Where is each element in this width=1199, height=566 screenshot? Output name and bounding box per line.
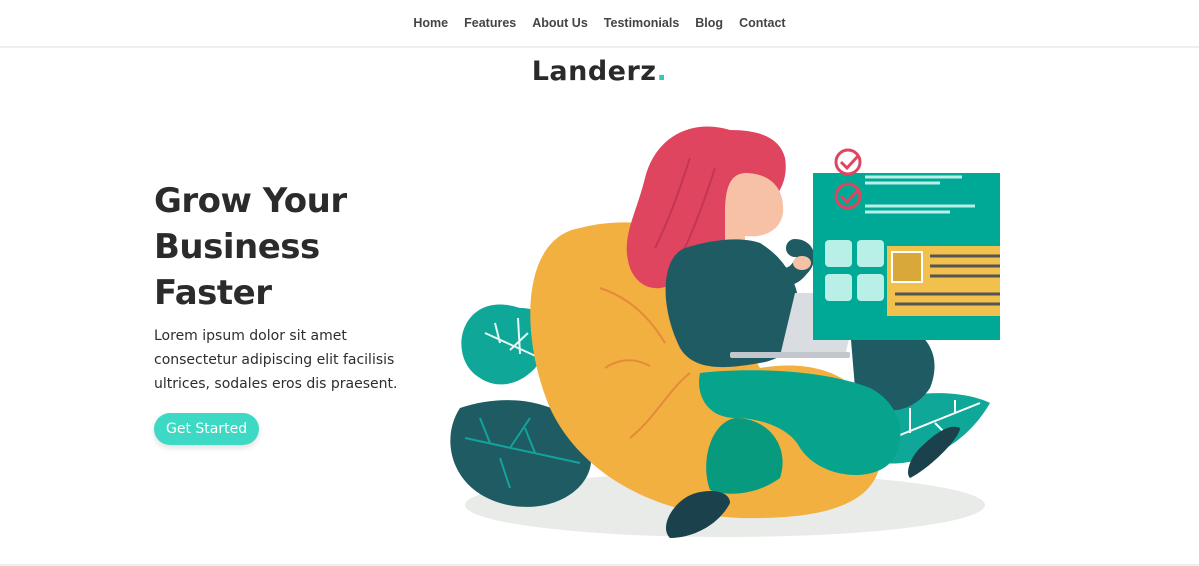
hero-title: Grow Your Business Faster	[154, 178, 414, 316]
nav-features-link[interactable]: Features	[464, 16, 516, 30]
nav-blog-link[interactable]: Blog	[695, 16, 723, 30]
nav-home-link[interactable]: Home	[413, 16, 448, 30]
hero-description: Lorem ipsum dolor sit amet consectetur a…	[154, 328, 398, 392]
woman-with-laptop-illustration	[440, 118, 1040, 543]
nav-testimonials-link[interactable]: Testimonials	[604, 16, 679, 30]
hero-section: Grow Your Business Faster Lorem ipsum do…	[154, 178, 414, 445]
hero-title-line-1: Grow Your	[154, 181, 347, 221]
top-nav: Home Features About Us Testimonials Blog…	[0, 0, 1199, 48]
hero-title-line-2: Business	[154, 227, 320, 267]
brand-logo[interactable]: Landerz.	[0, 56, 1199, 87]
brand-name: Landerz	[531, 56, 657, 87]
nav-about-link[interactable]: About Us	[532, 16, 588, 30]
nav-contact-link[interactable]: Contact	[739, 16, 786, 30]
get-started-button[interactable]: Get Started	[154, 413, 260, 445]
brand-dot: .	[656, 56, 668, 87]
hero-title-line-3: Faster	[154, 273, 272, 313]
